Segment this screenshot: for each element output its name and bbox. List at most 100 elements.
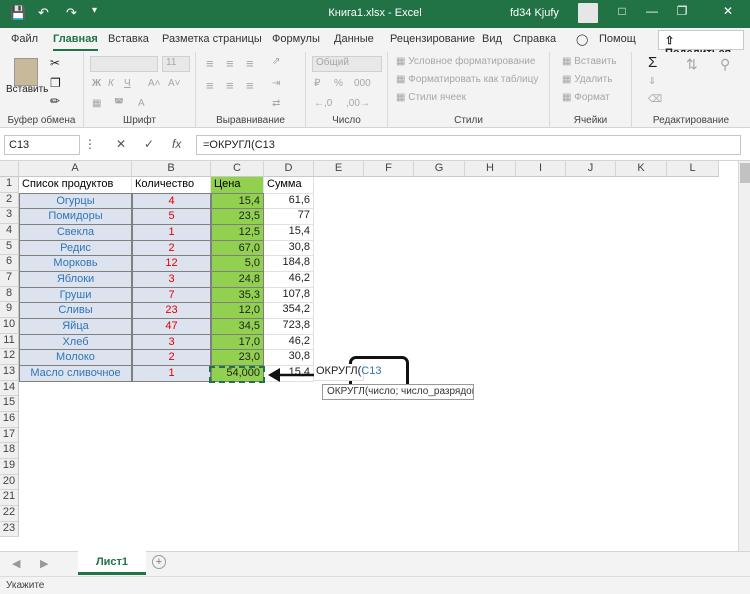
header-cell-quantity[interactable]: Количество	[132, 177, 211, 194]
col-header-b[interactable]: B	[132, 161, 211, 177]
font-color-icon[interactable]: A	[138, 98, 145, 109]
cell-quantity[interactable]: 2	[132, 239, 211, 257]
indent-icon[interactable]: ⇥	[272, 78, 280, 89]
prev-sheet-icon[interactable]: ◀	[12, 557, 20, 570]
col-header-f[interactable]: F	[364, 161, 414, 177]
decrease-decimal-icon[interactable]: ,00→	[346, 98, 370, 109]
align-top-icon[interactable]: ≡	[206, 56, 214, 71]
row-header[interactable]: 8	[0, 286, 19, 303]
row-header[interactable]: 6	[0, 255, 19, 271]
tab-file[interactable]: Файл	[11, 33, 38, 45]
font-name-box[interactable]	[90, 56, 158, 72]
enter-icon[interactable]: ✓	[144, 137, 154, 151]
select-all-corner[interactable]	[0, 161, 19, 177]
vertical-scrollbar[interactable]	[738, 161, 750, 551]
orientation-icon[interactable]: ⇗	[272, 56, 280, 67]
row-header[interactable]: 2	[0, 192, 19, 209]
format-as-table-button[interactable]: ▦ Форматировать как таблицу	[396, 74, 538, 85]
tab-formulas[interactable]: Формулы	[272, 33, 320, 45]
conditional-format-button[interactable]: ▦ Условное форматирование	[396, 56, 535, 67]
cell-price[interactable]: 35,3	[211, 286, 264, 304]
cell-quantity[interactable]: 3	[132, 271, 211, 288]
cell-quantity[interactable]: 4	[132, 192, 211, 210]
cell-quantity[interactable]: 12	[132, 255, 211, 272]
cell-price[interactable]: 12,5	[211, 224, 264, 241]
cell-product[interactable]: Морковь	[19, 255, 132, 272]
tab-view[interactable]: Вид	[482, 33, 502, 45]
cell-quantity[interactable]: 3	[132, 333, 211, 351]
row-header[interactable]: 1	[0, 177, 19, 193]
cell-sum[interactable]: 723,8	[264, 318, 314, 335]
cell-price[interactable]: 23,0	[211, 349, 264, 367]
row-header[interactable]: 14	[0, 380, 19, 397]
col-header-a[interactable]: A	[19, 161, 132, 177]
cell-price[interactable]: 17,0	[211, 333, 264, 351]
cell-sum[interactable]: 107,8	[264, 286, 314, 304]
underline-icon[interactable]: Ч	[124, 78, 131, 89]
avatar[interactable]	[578, 3, 598, 23]
header-cell-products[interactable]: Список продуктов	[19, 177, 132, 194]
cell-product[interactable]: Свекла	[19, 224, 132, 241]
autosum-icon[interactable]: Σ	[648, 54, 657, 71]
align-center-icon[interactable]: ≡	[226, 78, 234, 93]
cell-quantity[interactable]: 5	[132, 208, 211, 225]
fill-icon[interactable]: ⇓	[648, 76, 656, 87]
cell-product[interactable]: Яблоки	[19, 271, 132, 288]
insert-cells-button[interactable]: ▦ Вставить	[562, 56, 617, 67]
scroll-thumb[interactable]	[740, 163, 750, 183]
paste-icon[interactable]	[14, 58, 38, 86]
cell-sum[interactable]: 354,2	[264, 302, 314, 320]
row-header[interactable]: 16	[0, 412, 19, 428]
cell-product[interactable]: Молоко	[19, 349, 132, 367]
cell-price[interactable]: 5,0	[211, 255, 264, 272]
user-name[interactable]: fd34 Kjufy	[510, 7, 559, 19]
fill-color-icon[interactable]: ◚	[114, 98, 124, 109]
row-header[interactable]: 20	[0, 474, 19, 491]
font-size-box[interactable]: 11	[162, 56, 190, 72]
tell-me-input[interactable]: Помощ	[599, 33, 636, 45]
tab-help[interactable]: Справка	[513, 33, 556, 45]
cell-price[interactable]: 12,0	[211, 302, 264, 320]
borders-icon[interactable]: ▦	[92, 98, 101, 109]
font-shrink-icon[interactable]: A˅	[168, 78, 181, 89]
col-header-l[interactable]: L	[667, 161, 719, 177]
minimize-icon[interactable]: —	[640, 4, 664, 18]
cell-product[interactable]: Помидоры	[19, 208, 132, 225]
cell-sum[interactable]: 46,2	[264, 333, 314, 351]
row-header[interactable]: 21	[0, 490, 19, 507]
row-header[interactable]: 7	[0, 271, 19, 287]
name-box-dropdown-icon[interactable]: ⋮	[84, 137, 96, 151]
col-header-k[interactable]: K	[616, 161, 667, 177]
col-header-j[interactable]: J	[566, 161, 616, 177]
merge-icon[interactable]: ⇄	[272, 98, 280, 109]
row-header[interactable]: 15	[0, 396, 19, 413]
row-header[interactable]: 18	[0, 443, 19, 460]
cancel-icon[interactable]: ✕	[116, 137, 126, 151]
name-box[interactable]: C13	[4, 135, 80, 155]
cell-product[interactable]: Масло сливочное	[19, 365, 132, 382]
cell-product[interactable]: Яйца	[19, 318, 132, 335]
delete-cells-button[interactable]: ▦ Удалить	[562, 74, 612, 85]
bold-icon[interactable]: Ж	[92, 78, 101, 89]
row-header[interactable]: 17	[0, 427, 19, 444]
close-icon[interactable]: ✕	[716, 4, 740, 18]
italic-icon[interactable]: К	[108, 78, 114, 89]
cell-price[interactable]: 24,8	[211, 271, 264, 288]
cell-sum[interactable]: 46,2	[264, 271, 314, 288]
row-header[interactable]: 23	[0, 521, 19, 538]
row-header[interactable]: 10	[0, 318, 19, 334]
col-header-d[interactable]: D	[264, 161, 314, 177]
row-header[interactable]: 19	[0, 459, 19, 475]
sheet-tab-1[interactable]: Лист1	[78, 551, 146, 575]
cell-product[interactable]: Редис	[19, 239, 132, 257]
cell-sum[interactable]: 77	[264, 208, 314, 225]
editing-cell-e13[interactable]: ОКРУГЛ(C13	[314, 364, 381, 381]
align-bottom-icon[interactable]: ≡	[246, 56, 254, 71]
clear-icon[interactable]: ⌫	[648, 94, 662, 105]
tab-page-layout[interactable]: Разметка страницы	[162, 33, 262, 45]
cell-styles-button[interactable]: ▦ Стили ячеек	[396, 92, 466, 103]
cell-quantity[interactable]: 1	[132, 224, 211, 241]
cell-price[interactable]: 23,5	[211, 208, 264, 225]
font-grow-icon[interactable]: A˄	[148, 78, 161, 89]
align-middle-icon[interactable]: ≡	[226, 56, 234, 71]
